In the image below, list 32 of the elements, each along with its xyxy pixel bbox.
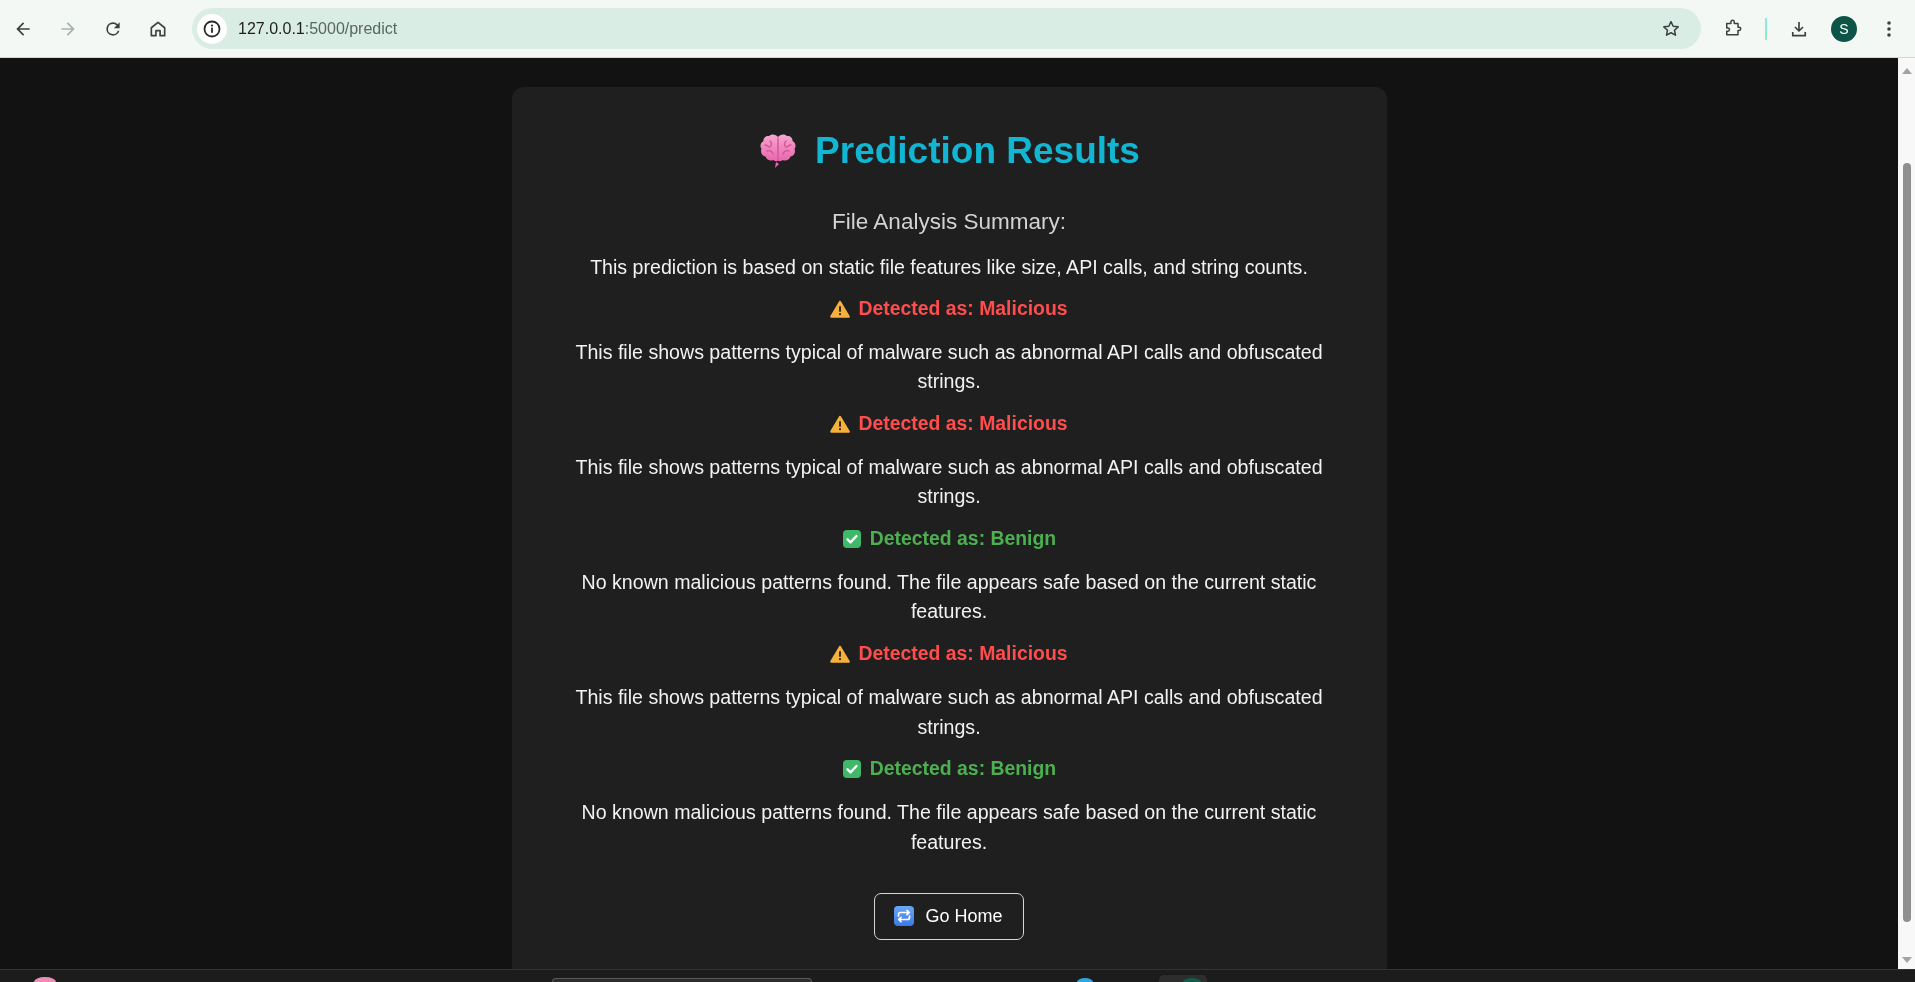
warning-icon	[830, 644, 851, 663]
menu-icon[interactable]	[1887, 20, 1891, 37]
app-icon	[1183, 978, 1201, 982]
repeat-arrows-icon	[894, 906, 915, 927]
address-bar[interactable]: 127.0.0.1:5000/predict	[192, 8, 1701, 49]
check-icon	[841, 528, 862, 549]
verdict-label: Detected as: Malicious	[858, 411, 1068, 437]
search-field[interactable]	[552, 978, 812, 982]
info-icon[interactable]	[197, 13, 227, 44]
verdict-description: This file shows patterns typical of malware such as abnormal API calls and obfuscated strings.	[574, 685, 1324, 740]
verdict-description: This file shows patterns typical of malware such as abnormal API calls and obfuscated strings.	[574, 455, 1324, 510]
profile-button[interactable]: S	[1831, 15, 1857, 42]
bookmark-star-icon[interactable]	[1661, 18, 1681, 39]
app-icon[interactable]	[1077, 978, 1093, 982]
intro-text: This prediction is based on static file features like size, API calls, and string counts.	[590, 255, 1308, 280]
check-icon	[841, 758, 862, 779]
verdict-label: Detected as: Benign	[869, 756, 1057, 782]
go-home-button[interactable]: Go Home	[874, 892, 1024, 940]
verdict-label: Detected as: Benign	[869, 526, 1057, 552]
warning-icon	[830, 414, 851, 433]
verdict-description: No known malicious patterns found. The file appears safe based on the current static features.	[580, 570, 1318, 625]
active-app-tile[interactable]	[1159, 975, 1207, 982]
warning-icon	[830, 299, 851, 318]
puzzle-piece-icon[interactable]	[1723, 18, 1743, 39]
app-icon[interactable]	[34, 977, 56, 982]
verdict-label: Detected as: Malicious	[858, 641, 1068, 667]
scrollbar-thumb[interactable]	[1902, 163, 1911, 922]
verdict-label: Detected as: Malicious	[858, 296, 1068, 321]
verdict-description: This file shows patterns typical of malware such as abnormal API calls and obfuscated strings.	[574, 340, 1324, 395]
section-heading: File Analysis Summary:	[832, 208, 1066, 236]
verdict-description: No known malicious patterns found. The file appears safe based on the current static features.	[580, 800, 1318, 855]
page-title: Prediction Results	[815, 129, 1140, 173]
